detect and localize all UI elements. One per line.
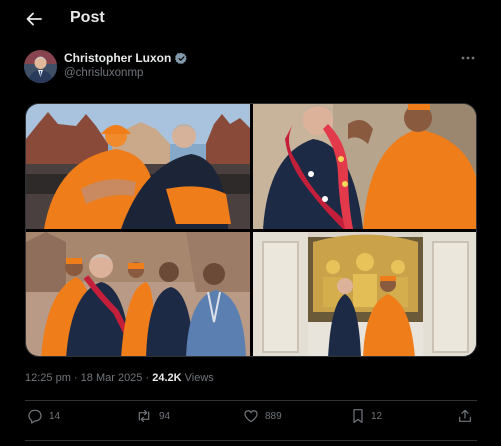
reply-count: 14 bbox=[49, 410, 61, 422]
post-date[interactable]: 18 Mar 2025 bbox=[81, 372, 143, 384]
bookmark-count: 12 bbox=[371, 410, 383, 422]
back-button[interactable] bbox=[22, 8, 46, 30]
repost-count: 94 bbox=[159, 410, 171, 422]
reply-button[interactable]: 14 bbox=[27, 408, 60, 424]
photo-garland-greeting[interactable] bbox=[253, 104, 476, 229]
page-title: Post bbox=[70, 9, 105, 26]
bookmark-icon bbox=[353, 409, 363, 423]
divider bbox=[25, 400, 477, 401]
photo-temple-embrace[interactable] bbox=[26, 104, 250, 229]
repost-icon bbox=[138, 410, 150, 422]
heart-icon bbox=[244, 410, 258, 423]
arrow-left-icon bbox=[26, 12, 42, 26]
bookmark-button[interactable]: 12 bbox=[351, 408, 382, 424]
repost-button[interactable]: 94 bbox=[135, 408, 170, 424]
media-grid bbox=[25, 103, 477, 357]
like-button[interactable]: 889 bbox=[243, 408, 282, 424]
meta-separator: · bbox=[70, 372, 81, 384]
post-meta: 12:25 pm · 18 Mar 2025 · 24.2K Views bbox=[25, 372, 214, 384]
action-bar: 14 94 889 12 bbox=[25, 406, 477, 432]
share-button[interactable] bbox=[457, 408, 473, 424]
views-label: Views bbox=[181, 372, 214, 384]
avatar[interactable] bbox=[24, 50, 57, 83]
share-icon bbox=[459, 409, 471, 422]
reply-icon bbox=[28, 409, 42, 424]
more-options-button[interactable] bbox=[458, 51, 478, 65]
author-name-row[interactable]: Christopher Luxon bbox=[64, 51, 188, 65]
verified-badge-icon bbox=[175, 52, 187, 64]
top-bar: Post bbox=[0, 0, 501, 38]
photo-shrine-interior[interactable] bbox=[253, 232, 476, 356]
more-horizontal-icon bbox=[461, 56, 475, 60]
views-count: 24.2K bbox=[152, 372, 182, 384]
author-handle[interactable]: @chrisluxonmp bbox=[64, 67, 143, 79]
author-name[interactable]: Christopher Luxon bbox=[64, 51, 171, 65]
divider-bottom bbox=[25, 440, 477, 441]
photo-group-temple[interactable] bbox=[26, 232, 250, 356]
post-time[interactable]: 12:25 pm bbox=[25, 372, 71, 384]
meta-dot: · bbox=[142, 372, 153, 384]
like-count: 889 bbox=[265, 410, 282, 422]
author-row: Christopher Luxon @chrisluxonmp bbox=[24, 49, 484, 87]
